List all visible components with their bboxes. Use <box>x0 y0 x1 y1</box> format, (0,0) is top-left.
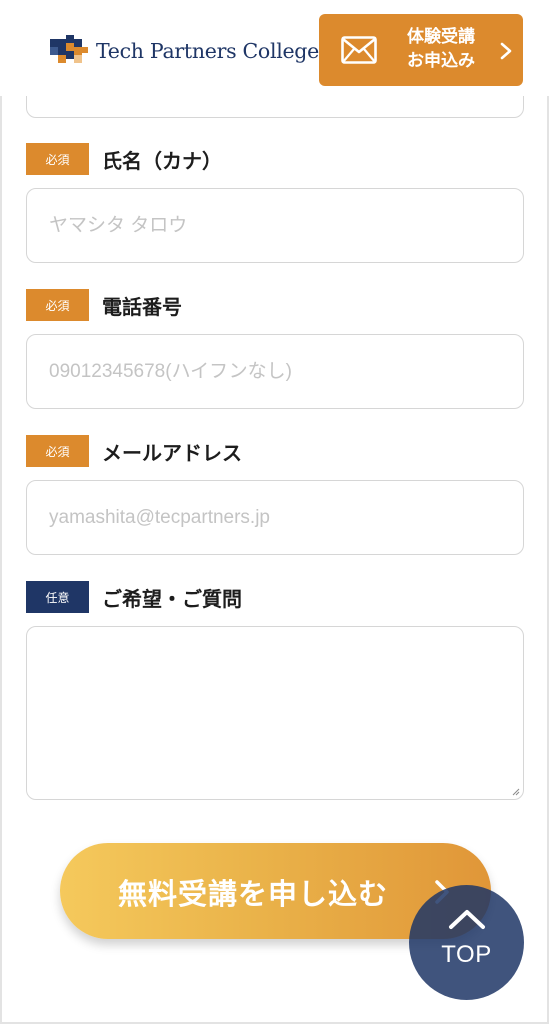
required-badge: 必須 <box>26 289 89 321</box>
mail-icon <box>341 36 377 64</box>
site-logo[interactable]: Tech Partners College <box>50 34 319 68</box>
trial-apply-label: 体験受講 お申込み <box>391 25 491 73</box>
phone-input[interactable] <box>26 334 524 409</box>
phone-label: 電話番号 <box>102 294 182 319</box>
email-label: メールアドレス <box>102 440 242 465</box>
chevron-right-icon <box>500 42 512 60</box>
phone-field-label: 必須 電話番号 <box>26 289 182 321</box>
back-to-top-button[interactable]: TOP <box>409 885 524 1000</box>
required-badge: 必須 <box>26 143 89 175</box>
resize-grip-icon[interactable] <box>512 788 520 796</box>
trial-apply-button[interactable]: 体験受講 お申込み <box>319 14 523 86</box>
site-header: Tech Partners College 体験受講 お申込み <box>0 0 549 96</box>
kana-field-label: 必須 氏名（カナ） <box>26 143 222 175</box>
required-badge: 必須 <box>26 435 89 467</box>
logo-text: Tech Partners College <box>96 39 319 63</box>
email-input[interactable] <box>26 480 524 555</box>
kana-name-input[interactable] <box>26 188 524 263</box>
message-label: ご希望・ご質問 <box>102 586 242 611</box>
message-field-label: 任意 ご希望・ご質問 <box>26 581 242 613</box>
kana-label: 氏名（カナ） <box>102 148 222 173</box>
trial-apply-line1: 体験受講 <box>407 27 475 47</box>
optional-badge: 任意 <box>26 581 89 613</box>
logo-mark-icon <box>50 35 88 63</box>
back-to-top-label: TOP <box>441 941 492 968</box>
email-field-label: 必須 メールアドレス <box>26 435 242 467</box>
submit-label: 無料受講を申し込む <box>118 877 389 911</box>
trial-apply-line2: お申込み <box>407 51 475 71</box>
message-textarea[interactable] <box>26 626 524 800</box>
chevron-up-icon <box>449 910 485 929</box>
